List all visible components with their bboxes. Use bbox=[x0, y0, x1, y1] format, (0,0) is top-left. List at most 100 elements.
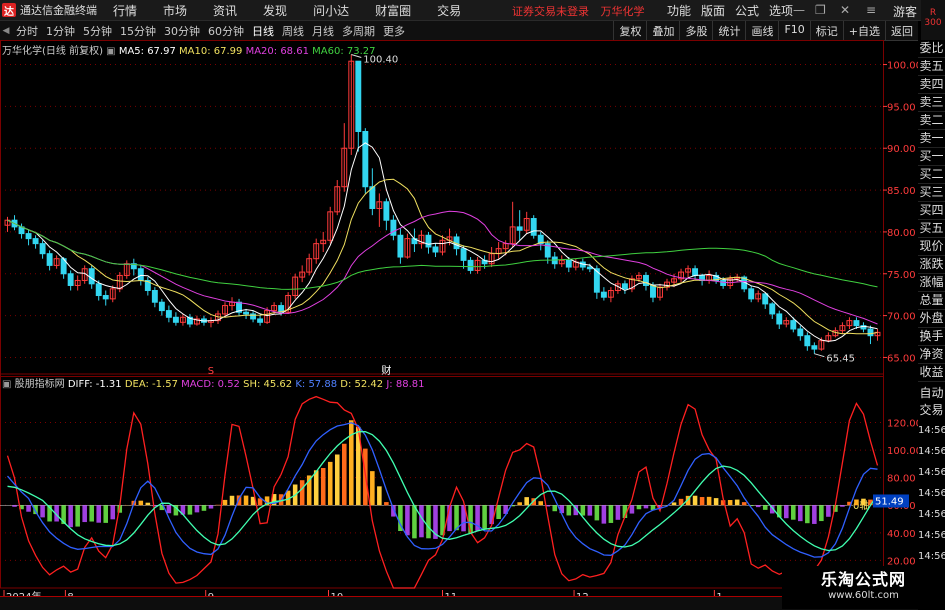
scroll-left-icon[interactable]: ◀ bbox=[0, 26, 12, 36]
candle-body bbox=[158, 301, 165, 312]
sidebar-item-5[interactable]: 卖一 bbox=[918, 130, 945, 148]
candle-body bbox=[397, 234, 404, 258]
menu-item-2[interactable]: 资讯 bbox=[200, 2, 250, 19]
menu-item-0[interactable]: 行情 bbox=[100, 2, 150, 19]
restore-icon[interactable]: ❐ bbox=[815, 3, 826, 17]
menu-item-1[interactable]: 市场 bbox=[150, 2, 200, 19]
sidebar-item-14[interactable]: 总量 bbox=[918, 292, 945, 310]
tab-timeframe-1[interactable]: 1分钟 bbox=[42, 25, 79, 38]
high-pointer bbox=[351, 54, 362, 58]
sidebar-item-7[interactable]: 买二 bbox=[918, 166, 945, 184]
top-menu-item-1[interactable]: 版面 bbox=[696, 2, 730, 19]
candle-body bbox=[137, 268, 144, 281]
sidebar-item-4[interactable]: 卖二 bbox=[918, 112, 945, 130]
tab-timeframe-0[interactable]: 分时 bbox=[12, 25, 42, 38]
sidebar-item-6[interactable]: 买一 bbox=[918, 148, 945, 166]
sidebar-item-17[interactable]: 净资 bbox=[918, 346, 945, 364]
tool-button-0[interactable]: 复权 bbox=[613, 21, 646, 40]
price-tick-label: 70.00 bbox=[887, 312, 916, 323]
candle-body bbox=[790, 320, 797, 330]
sidebar-item-9[interactable]: 买四 bbox=[918, 202, 945, 220]
menu-item-6[interactable]: 交易 bbox=[424, 2, 474, 19]
period-toolbar: ◀ 分时 1分钟 5分钟 15分钟 30分钟 60分钟 日线 周线 月线 多周期 更多 复权 叠加 多股… bbox=[0, 21, 918, 41]
tool-button-7[interactable]: +自选 bbox=[842, 21, 885, 40]
cai-marker: 财 bbox=[381, 364, 391, 377]
tab-timeframe-3[interactable]: 15分钟 bbox=[116, 25, 160, 38]
tick-time-5: 14:56 bbox=[918, 530, 945, 541]
candle-body bbox=[769, 303, 776, 315]
sidebar-item-15[interactable]: 外盘 bbox=[918, 310, 945, 328]
price-tick-label: 85.00 bbox=[887, 186, 916, 197]
top-menu-item-0[interactable]: 功能 bbox=[662, 2, 696, 19]
candle-body bbox=[383, 201, 390, 221]
sidebar-item-10[interactable]: 买五 bbox=[918, 220, 945, 238]
s-marker: S bbox=[208, 366, 214, 377]
indicator-tick-label: 40.00 bbox=[887, 529, 916, 540]
guest-login[interactable]: 游客 bbox=[893, 3, 917, 20]
candle-body bbox=[151, 290, 158, 303]
candle-body bbox=[362, 131, 369, 188]
candle-body bbox=[762, 293, 769, 305]
menu-icon[interactable]: ≡ bbox=[866, 3, 876, 17]
tool-button-6[interactable]: 标记 bbox=[809, 21, 843, 40]
bottom-timeline bbox=[0, 596, 918, 610]
chart-tools: 复权 叠加 多股 统计 画线 F10 标记 +自选 返回 bbox=[613, 21, 918, 40]
sidebar-item-3[interactable]: 卖三 bbox=[918, 94, 945, 112]
candle-body bbox=[811, 345, 818, 350]
tab-timeframe-4[interactable]: 30分钟 bbox=[160, 25, 204, 38]
sidebar-item-8[interactable]: 买三 bbox=[918, 184, 945, 202]
main-panel-frame bbox=[0, 40, 884, 377]
sidebar-item-16[interactable]: 换手 bbox=[918, 328, 945, 346]
tool-button-5[interactable]: F10 bbox=[778, 21, 809, 40]
sidebar-item-18[interactable]: 收益 bbox=[918, 364, 945, 382]
candle-body bbox=[46, 253, 53, 266]
minimize-icon[interactable]: — bbox=[793, 3, 805, 17]
high-price-label: 100.40 bbox=[363, 55, 398, 66]
tab-timeframe-7[interactable]: 周线 bbox=[278, 25, 308, 38]
candle-body bbox=[804, 335, 811, 347]
auto-trade-item-0[interactable]: 自动 bbox=[918, 385, 945, 402]
tab-timeframe-6[interactable]: 日线 bbox=[248, 25, 278, 38]
candle-body bbox=[867, 328, 874, 337]
price-tick-label: 90.00 bbox=[887, 144, 916, 155]
top-menu-item-2[interactable]: 公式 bbox=[730, 2, 764, 19]
tab-timeframe-8[interactable]: 月线 bbox=[308, 25, 338, 38]
candle-body bbox=[516, 226, 523, 231]
candle-body bbox=[355, 60, 362, 133]
auto-trade-item-1[interactable]: 交易 bbox=[918, 402, 945, 419]
candle-body bbox=[250, 313, 257, 320]
main-menu: 行情 市场 资讯 发现 问小达 财富圈 交易 bbox=[100, 2, 474, 19]
right-badge[interactable]: R 300 bbox=[921, 0, 945, 40]
low-price-label: 65.45 bbox=[826, 354, 855, 365]
sidebar-item-2[interactable]: 卖四 bbox=[918, 76, 945, 94]
tool-button-2[interactable]: 多股 bbox=[679, 21, 712, 40]
tab-timeframe-5[interactable]: 60分钟 bbox=[204, 25, 248, 38]
indicator-tick-label: 100.00 bbox=[887, 446, 918, 457]
tab-timeframe-9[interactable]: 多周期 bbox=[338, 25, 379, 38]
tab-timeframe-2[interactable]: 5分钟 bbox=[79, 25, 116, 38]
tool-button-4[interactable]: 画线 bbox=[745, 21, 778, 40]
sidebar-item-12[interactable]: 涨跌 bbox=[918, 256, 945, 274]
sidebar-item-13[interactable]: 涨幅 bbox=[918, 274, 945, 292]
candle-body bbox=[32, 238, 39, 245]
candle-body bbox=[425, 234, 432, 248]
stock-chart[interactable]: 100.00 95.00 90.00 85.00 80.00 75.00 70.00 65.0… bbox=[0, 40, 918, 596]
sidebar-item-0[interactable]: 委比 bbox=[918, 40, 945, 58]
tool-button-8[interactable]: 返回 bbox=[885, 21, 918, 40]
candle-body bbox=[776, 313, 783, 325]
tool-button-1[interactable]: 叠加 bbox=[646, 21, 679, 40]
menu-item-4[interactable]: 问小达 bbox=[300, 2, 362, 19]
tool-button-3[interactable]: 统计 bbox=[712, 21, 745, 40]
sidebar-item-11[interactable]: 现价 bbox=[918, 238, 945, 256]
login-warning[interactable]: 证券交易未登录 bbox=[512, 5, 589, 18]
menu-item-5[interactable]: 财富圈 bbox=[362, 2, 424, 19]
logo-icon: 达 bbox=[2, 3, 16, 18]
timeframe-tabs: 分时 1分钟 5分钟 15分钟 30分钟 60分钟 日线 周线 月线 多周期 更多 bbox=[12, 23, 409, 39]
menu-item-3[interactable]: 发现 bbox=[250, 2, 300, 19]
login-status: 证券交易未登录 万华化学 bbox=[512, 3, 645, 19]
sidebar-item-1[interactable]: 卖五 bbox=[918, 58, 945, 76]
tab-timeframe-10[interactable]: 更多 bbox=[379, 25, 409, 38]
tick-time-3: 14:56 bbox=[918, 488, 945, 499]
candle-body bbox=[650, 284, 656, 298]
close-icon[interactable]: ✕ bbox=[840, 3, 850, 17]
